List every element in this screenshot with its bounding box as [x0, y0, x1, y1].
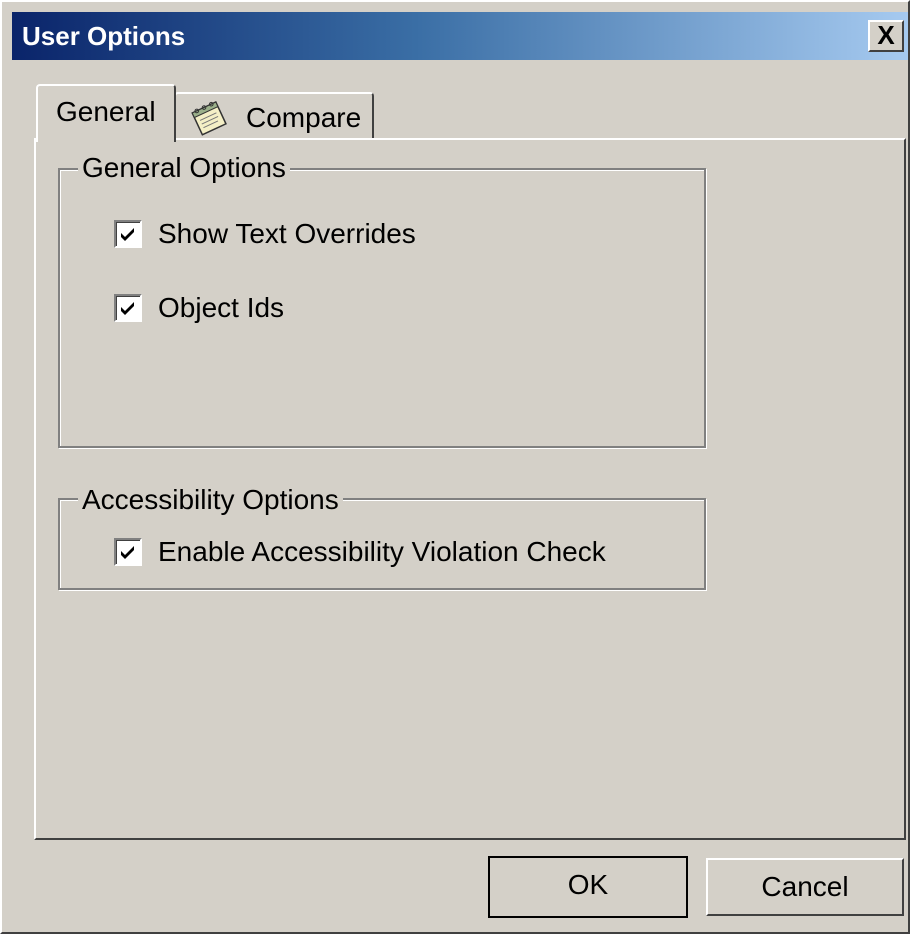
show-text-overrides-label: Show Text Overrides	[158, 218, 416, 249]
checkmark-icon	[121, 302, 134, 315]
show-text-overrides-checkbox[interactable]	[114, 220, 142, 248]
dialog-title: User Options	[22, 21, 186, 51]
show-text-overrides-option[interactable]: Show Text Overrides	[114, 218, 416, 250]
checkmark-icon	[121, 546, 134, 559]
general-options-legend: General Options	[78, 154, 290, 182]
tab-compare-label: Compare	[246, 102, 362, 133]
cancel-button[interactable]: Cancel	[706, 858, 904, 916]
object-ids-option[interactable]: Object Ids	[114, 292, 284, 324]
accessibility-violation-checkbox[interactable]	[114, 538, 142, 566]
accessibility-violation-check-option[interactable]: Enable Accessibility Violation Check	[114, 536, 606, 568]
accessibility-options-legend: Accessibility Options	[78, 486, 343, 514]
accessibility-violation-check-label: Enable Accessibility Violation Check	[158, 536, 606, 567]
ok-button[interactable]: OK	[488, 856, 688, 918]
tab-general[interactable]: General	[36, 84, 176, 142]
object-ids-checkbox[interactable]	[114, 294, 142, 322]
tab-compare[interactable]: Compare	[174, 92, 374, 140]
close-icon: X	[877, 20, 895, 50]
user-options-dialog: User Options X General Compare General O…	[0, 0, 910, 934]
tab-general-label: General	[56, 96, 156, 127]
close-button[interactable]: X	[868, 20, 904, 52]
object-ids-label: Object Ids	[158, 292, 285, 323]
notepad-icon	[188, 98, 232, 138]
title-bar[interactable]: User Options X	[12, 12, 908, 60]
checkmark-icon	[121, 228, 134, 241]
